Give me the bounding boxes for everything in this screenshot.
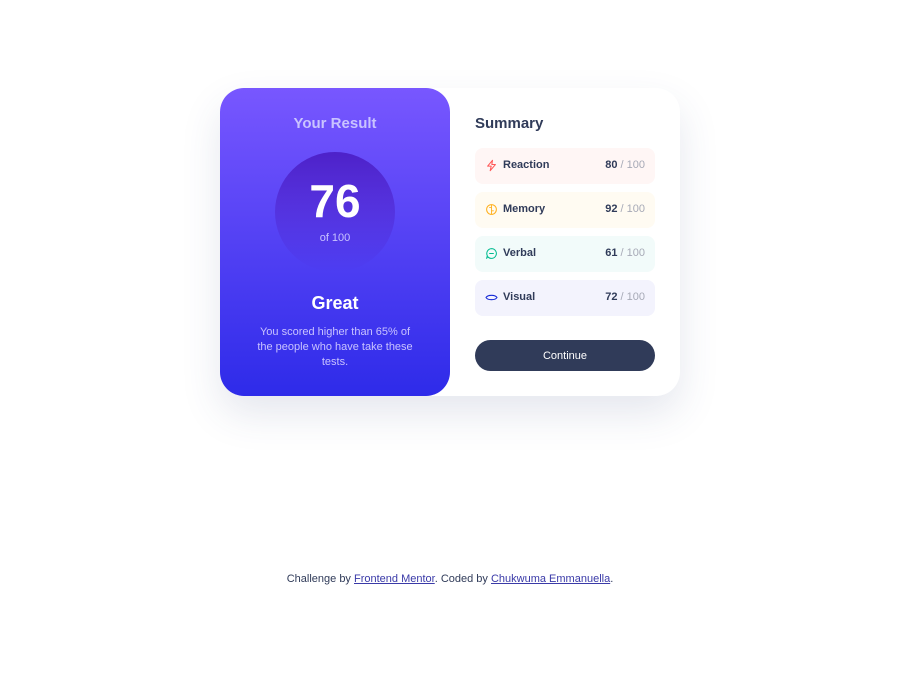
- summary-item-reaction: Reaction 80/ 100: [475, 148, 655, 184]
- lightning-icon: [485, 159, 498, 172]
- summary-item-score: 80/ 100: [605, 159, 645, 171]
- score-value: 76: [309, 175, 361, 227]
- score-number: 61: [605, 247, 618, 259]
- score-circle: 76 of 100: [275, 152, 395, 272]
- score-max: / 100: [620, 291, 645, 303]
- frontend-mentor-link[interactable]: Frontend Mentor: [354, 573, 435, 585]
- result-title: Your Result: [293, 115, 377, 132]
- brain-icon: [485, 203, 498, 216]
- continue-button[interactable]: Continue: [475, 340, 655, 371]
- results-card: Your Result 76 of 100 Great You scored h…: [220, 88, 680, 396]
- score-number: 80: [605, 159, 618, 171]
- score-number: 72: [605, 291, 618, 303]
- summary-item-memory: Memory 92/ 100: [475, 192, 655, 228]
- summary-panel: Summary Reaction 80/ 100 Memory 92/ 100: [475, 88, 655, 396]
- attribution-middle: . Coded by: [434, 573, 488, 585]
- author-link[interactable]: Chukwuma Emmanuella: [491, 573, 610, 585]
- chat-bubble-icon: [485, 247, 498, 260]
- summary-list: Reaction 80/ 100 Memory 92/ 100 Verbal 6…: [475, 148, 655, 324]
- attribution: Challenge by Frontend Mentor. Coded by C…: [0, 573, 900, 585]
- rating-label: Great: [311, 293, 359, 313]
- summary-item-verbal: Verbal 61/ 100: [475, 236, 655, 272]
- summary-item-label: Memory: [503, 203, 546, 215]
- score-max: / 100: [620, 159, 645, 171]
- attribution-suffix: .: [610, 573, 614, 585]
- summary-item-visual: Visual 72/ 100: [475, 280, 655, 316]
- result-description: You scored higher than 65% of the people…: [257, 326, 413, 368]
- summary-title: Summary: [475, 115, 544, 132]
- score-max: / 100: [620, 203, 645, 215]
- summary-item-score: 92/ 100: [605, 203, 645, 215]
- summary-item-score: 72/ 100: [605, 291, 645, 303]
- score-max: / 100: [620, 247, 645, 259]
- summary-item-score: 61/ 100: [605, 247, 645, 259]
- score-number: 92: [605, 203, 618, 215]
- summary-item-label: Visual: [503, 291, 536, 303]
- result-panel: Your Result 76 of 100 Great You scored h…: [220, 88, 450, 396]
- summary-item-label: Verbal: [503, 247, 537, 259]
- score-of-label: of 100: [319, 232, 351, 244]
- summary-item-label: Reaction: [503, 159, 550, 171]
- eye-icon: [485, 291, 498, 304]
- attribution-prefix: Challenge by: [286, 573, 351, 585]
